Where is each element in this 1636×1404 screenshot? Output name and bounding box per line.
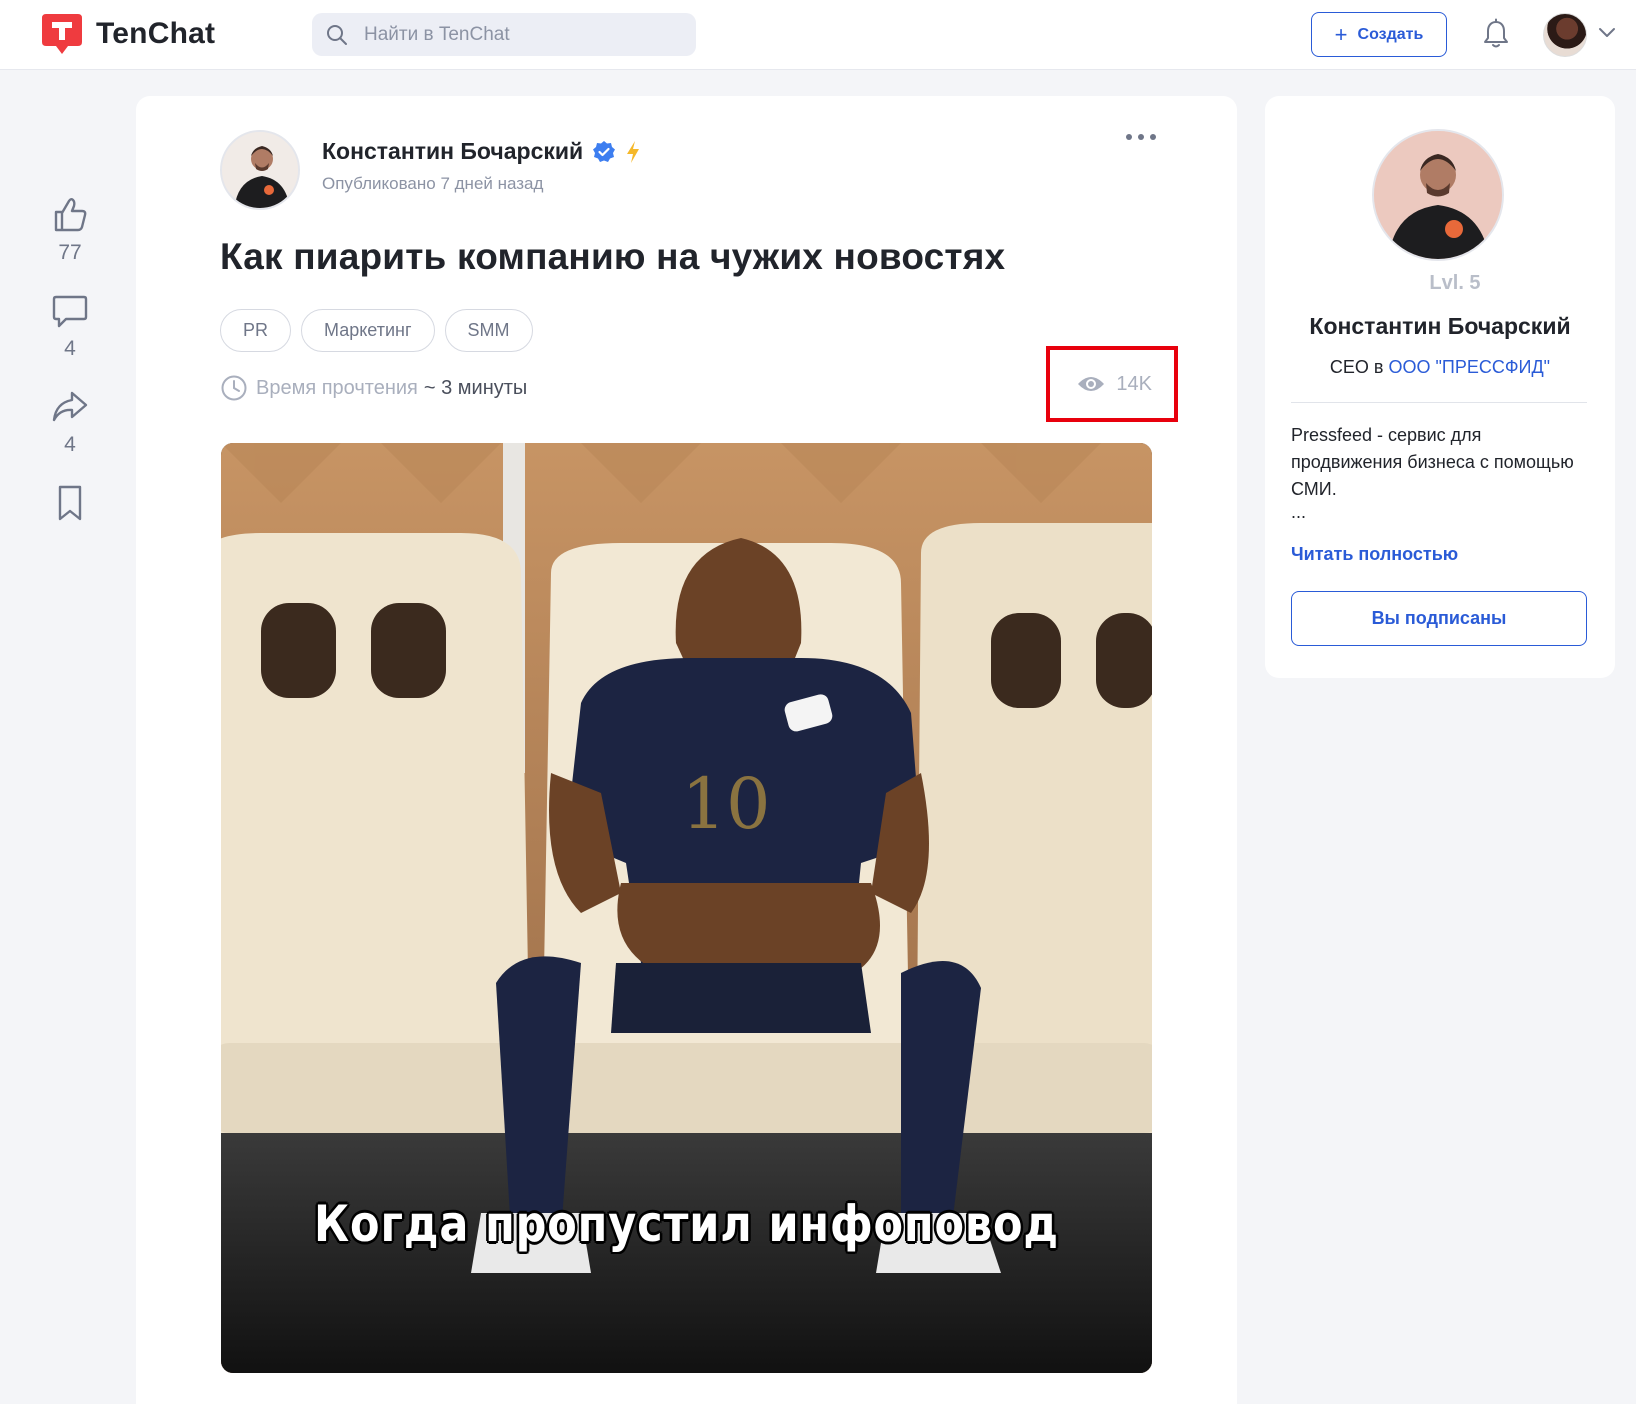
verified-badge-icon bbox=[593, 140, 616, 162]
bookmark-icon bbox=[58, 485, 82, 521]
profile-level: Lvl. 5 bbox=[1429, 272, 1481, 294]
post-title: Как пиарить компанию на чужих новостях bbox=[220, 236, 1006, 277]
user-avatar[interactable] bbox=[1543, 13, 1587, 57]
tag-pr[interactable]: PR bbox=[220, 309, 292, 352]
profile-name[interactable]: Константин Бочарский bbox=[1265, 313, 1615, 340]
brand-name: TenChat bbox=[96, 17, 216, 50]
image-caption: Когда пропустил инфоповод bbox=[314, 1195, 1059, 1253]
like-action[interactable]: 77 bbox=[40, 195, 100, 265]
search-input[interactable]: Найти в TenChat bbox=[312, 13, 696, 56]
tag-marketing[interactable]: Маркетинг bbox=[301, 309, 435, 352]
profile-avatar[interactable] bbox=[1372, 129, 1504, 261]
author-photo bbox=[222, 132, 298, 208]
comment-action[interactable]: 4 bbox=[40, 291, 100, 361]
thumbs-up-icon bbox=[54, 198, 87, 232]
comment-icon bbox=[52, 295, 88, 328]
clock-icon bbox=[221, 375, 247, 401]
published-time: Опубликовано 7 дней назад bbox=[322, 174, 544, 193]
divider bbox=[1291, 402, 1587, 403]
post-actions-rail: 77 4 4 bbox=[40, 195, 100, 549]
create-button[interactable]: + Создать bbox=[1311, 12, 1447, 57]
author-avatar[interactable] bbox=[220, 130, 300, 210]
author-name-row: Константин Бочарский bbox=[322, 138, 642, 165]
comments-count: 4 bbox=[64, 337, 76, 360]
notifications-bell-icon[interactable] bbox=[1481, 18, 1511, 50]
views-count: 14K bbox=[1116, 372, 1152, 395]
profile-bio: Pressfeed - сервис для продвижения бизне… bbox=[1291, 425, 1574, 499]
bookmark-action[interactable] bbox=[40, 483, 100, 523]
company-link[interactable]: ООО "ПРЕССФИД" bbox=[1389, 357, 1551, 377]
post-tags: PR Маркетинг SMM bbox=[220, 309, 543, 352]
profile-role: CEO в ООО "ПРЕССФИД" bbox=[1265, 357, 1615, 378]
share-action[interactable]: 4 bbox=[40, 387, 100, 457]
read-more-link[interactable]: Читать полностью bbox=[1291, 544, 1458, 565]
lightning-icon bbox=[627, 140, 640, 163]
create-button-label: Создать bbox=[1357, 25, 1424, 43]
more-options-icon[interactable] bbox=[1126, 130, 1156, 144]
author-profile-card: Lvl. 5 Константин Бочарский CEO в ООО "П… bbox=[1265, 96, 1615, 678]
post-card: Константин Бочарский Опубликовано 7 дней… bbox=[136, 96, 1237, 1404]
read-time: Время прочтения ~ 3 минуты bbox=[220, 374, 527, 402]
read-time-label: Время прочтения bbox=[256, 376, 418, 399]
search-icon bbox=[327, 24, 347, 45]
eye-icon bbox=[1078, 377, 1105, 391]
likes-count: 77 bbox=[58, 241, 82, 264]
post-image[interactable]: 10 Когда пропустил инфоповод bbox=[221, 443, 1152, 1373]
plus-icon: + bbox=[1334, 21, 1348, 47]
profile-bio-ellipsis: ... bbox=[1291, 502, 1307, 522]
tenchat-logo-icon bbox=[42, 14, 82, 54]
share-icon bbox=[52, 391, 88, 422]
tag-smm[interactable]: SMM bbox=[444, 309, 533, 352]
profile-photo bbox=[1374, 131, 1502, 259]
chevron-down-icon[interactable] bbox=[1598, 26, 1616, 40]
read-time-value: ~ 3 минуты bbox=[423, 376, 528, 399]
views-counter: 14K bbox=[1046, 346, 1178, 422]
tenchat-logo[interactable]: TenChat bbox=[40, 12, 215, 56]
top-bar: TenChat Найти в TenChat + Создать bbox=[0, 0, 1636, 70]
profile-role-prefix: CEO в bbox=[1329, 357, 1384, 377]
svg-text:10: 10 bbox=[681, 763, 770, 845]
subscribed-button[interactable]: Вы подписаны bbox=[1291, 591, 1587, 646]
shares-count: 4 bbox=[64, 433, 76, 456]
author-name[interactable]: Константин Бочарский bbox=[322, 138, 583, 165]
search-placeholder: Найти в TenChat bbox=[364, 23, 510, 45]
